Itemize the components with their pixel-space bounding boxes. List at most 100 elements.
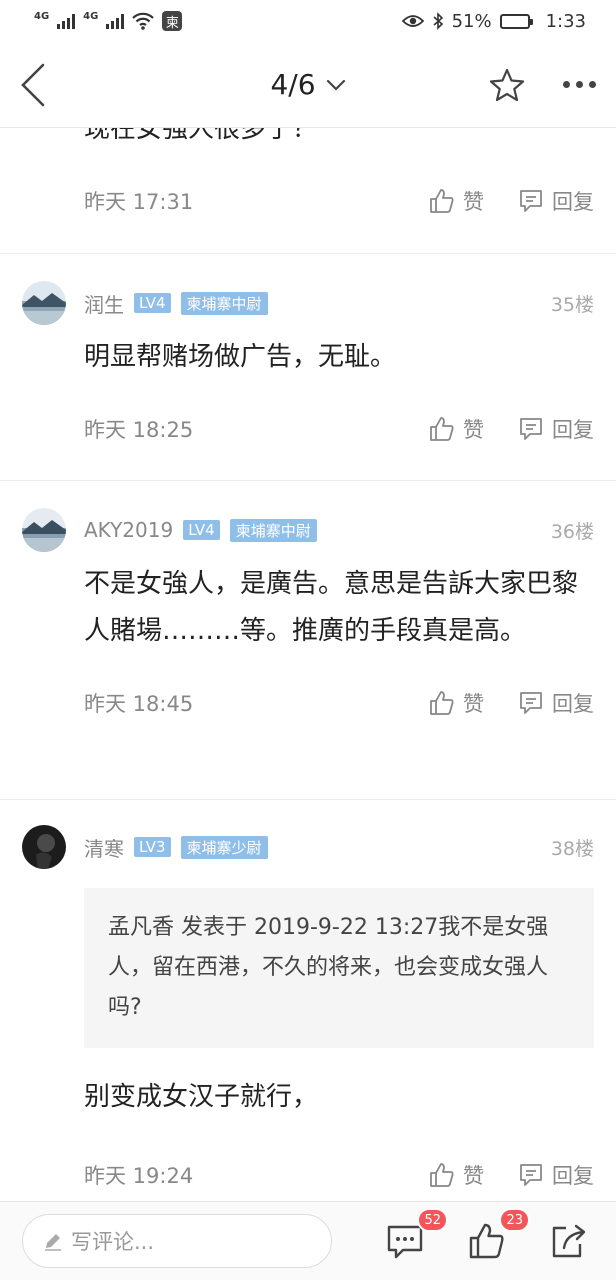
comment-list[interactable]: 现在女强人很多了？ 昨天 17:31 赞 回复 润生 LV4 柬埔寨中尉 35楼… (0, 128, 616, 1201)
comment-time: 昨天 17:31 (84, 190, 194, 214)
comment-actions: 赞 回复 (429, 186, 594, 216)
comment-time: 昨天 19:24 (84, 1164, 194, 1188)
thumbs-up-icon (469, 1223, 504, 1259)
like-label: 赞 (463, 1164, 484, 1188)
comment-text: 明显帮赌场做广告，无耻。 (84, 342, 397, 372)
floor-number: 38楼 (550, 837, 594, 860)
like-button[interactable]: 赞 (429, 186, 484, 216)
chevron-down-icon[interactable] (326, 79, 346, 91)
page-indicator[interactable]: 4/6 (270, 68, 315, 101)
comment-placeholder: 写评论... (71, 1230, 155, 1254)
signal-icon-2 (106, 13, 125, 29)
eye-icon (401, 15, 424, 27)
comment-text: 现在女强人很多了？ (84, 128, 319, 144)
comment-item: 现在女强人很多了？ 昨天 17:31 赞 回复 (0, 128, 616, 254)
comment-time: 昨天 18:45 (84, 692, 194, 716)
thumbs-up-icon (430, 691, 454, 715)
comment-bubble-icon (387, 1225, 423, 1259)
reply-button[interactable]: 回复 (518, 186, 594, 216)
comment-meta: 昨天 18:25 赞 回复 (22, 405, 594, 453)
top-nav-bar: 4/6 (0, 42, 616, 128)
more-options-icon[interactable] (563, 81, 596, 88)
comment-icon (520, 1164, 542, 1186)
username[interactable]: AKY2019 (84, 518, 173, 542)
like-count-badge: 23 (499, 1208, 530, 1232)
comment-count-badge: 52 (417, 1208, 448, 1232)
floor-number: 35楼 (550, 293, 594, 316)
comment-actions: 赞 回复 (429, 1160, 594, 1190)
user-info: 润生 LV4 柬埔寨中尉 (22, 281, 268, 325)
comment-text: 别变成女汉子就行， (84, 1082, 319, 1112)
status-left: 4G 4G 柬 (34, 11, 183, 31)
floor-number: 36楼 (550, 520, 594, 543)
level-badge: LV3 (134, 837, 171, 857)
comment-icon (520, 692, 542, 714)
username[interactable]: 清寒 (84, 833, 124, 862)
like-label: 赞 (463, 190, 484, 214)
comment-actions: 赞 回复 (429, 688, 594, 718)
level-badge: LV4 (134, 293, 171, 313)
like-label: 赞 (463, 418, 484, 442)
like-button[interactable]: 赞 (429, 688, 484, 718)
comment-header: 润生 LV4 柬埔寨中尉 35楼 (22, 280, 594, 326)
nav-actions (489, 68, 596, 102)
comment-text: 不是女強人，是廣告。意思是告訴大家巴黎人賭場………等。推廣的手段真是高。 (84, 569, 579, 646)
comment-header: AKY2019 LV4 柬埔寨中尉 36楼 (22, 507, 594, 553)
status-bar: 4G 4G 柬 51% 1:33 (0, 0, 616, 42)
comment-meta: 昨天 17:31 赞 回复 (22, 177, 594, 225)
share-icon (552, 1224, 586, 1258)
rank-badge: 柬埔寨中尉 (180, 291, 268, 315)
back-arrow-icon (21, 63, 45, 106)
reply-label: 回复 (552, 418, 594, 442)
comment-header: 清寒 LV3 柬埔寨少尉 38楼 (22, 824, 594, 870)
username[interactable]: 润生 (84, 289, 124, 318)
status-right: 51% 1:33 (401, 10, 586, 32)
comment-item: 清寒 LV3 柬埔寨少尉 38楼 孟凡香 发表于 2019-9-22 13:27… (0, 800, 616, 1201)
reply-label: 回复 (552, 1164, 594, 1188)
like-button[interactable]: 赞 (429, 414, 484, 444)
comment-icon (520, 418, 542, 440)
level-badge: LV4 (183, 520, 220, 540)
thumbs-up-icon (430, 189, 454, 213)
reply-button[interactable]: 回复 (518, 1160, 594, 1190)
comment-actions: 赞 回复 (429, 414, 594, 444)
star-icon[interactable] (489, 68, 525, 102)
network-type-2: 4G (83, 11, 99, 22)
reply-label: 回复 (552, 692, 594, 716)
reply-label: 回复 (552, 190, 594, 214)
battery-icon (499, 13, 533, 29)
comment-input[interactable]: 写评论... (22, 1214, 332, 1268)
comment-meta: 昨天 19:24 赞 回复 (22, 1151, 594, 1199)
app-notification-icon: 柬 (162, 11, 183, 31)
bluetooth-icon (433, 12, 443, 30)
avatar[interactable] (22, 281, 66, 325)
network-type-1: 4G (34, 11, 50, 22)
wifi-icon (132, 12, 155, 30)
reply-button[interactable]: 回复 (518, 688, 594, 718)
share-button[interactable] (550, 1222, 588, 1260)
comment-item: AKY2019 LV4 柬埔寨中尉 36楼 不是女強人，是廣告。意思是告訴大家巴… (0, 481, 616, 800)
comment-item: 润生 LV4 柬埔寨中尉 35楼 明显帮赌场做广告，无耻。 昨天 18:25 赞… (0, 254, 616, 481)
thumbs-up-icon (430, 417, 454, 441)
thumbs-up-icon (430, 1163, 454, 1187)
bottom-icons: 52 23 (386, 1208, 588, 1260)
comment-time: 昨天 18:25 (84, 418, 194, 442)
battery-percent: 51% (451, 10, 492, 32)
back-button[interactable] (20, 55, 60, 115)
comments-button[interactable]: 52 (386, 1208, 448, 1260)
like-button[interactable]: 赞 (429, 1160, 484, 1190)
avatar[interactable] (22, 825, 66, 869)
user-info: AKY2019 LV4 柬埔寨中尉 (22, 508, 317, 552)
reply-button[interactable]: 回复 (518, 414, 594, 444)
user-info: 清寒 LV3 柬埔寨少尉 (22, 825, 268, 869)
like-label: 赞 (463, 692, 484, 716)
like-post-button[interactable]: 23 (468, 1208, 530, 1260)
comment-meta: 昨天 18:45 赞 回复 (22, 679, 594, 727)
pencil-icon (45, 1234, 61, 1251)
clock: 1:33 (545, 10, 586, 32)
avatar[interactable] (22, 508, 66, 552)
rank-badge: 柬埔寨中尉 (229, 518, 317, 542)
rank-badge: 柬埔寨少尉 (180, 835, 268, 859)
signal-icon (57, 13, 76, 29)
quoted-comment: 孟凡香 发表于 2019-9-22 13:27我不是女强人，留在西港，不久的将来… (84, 888, 594, 1048)
